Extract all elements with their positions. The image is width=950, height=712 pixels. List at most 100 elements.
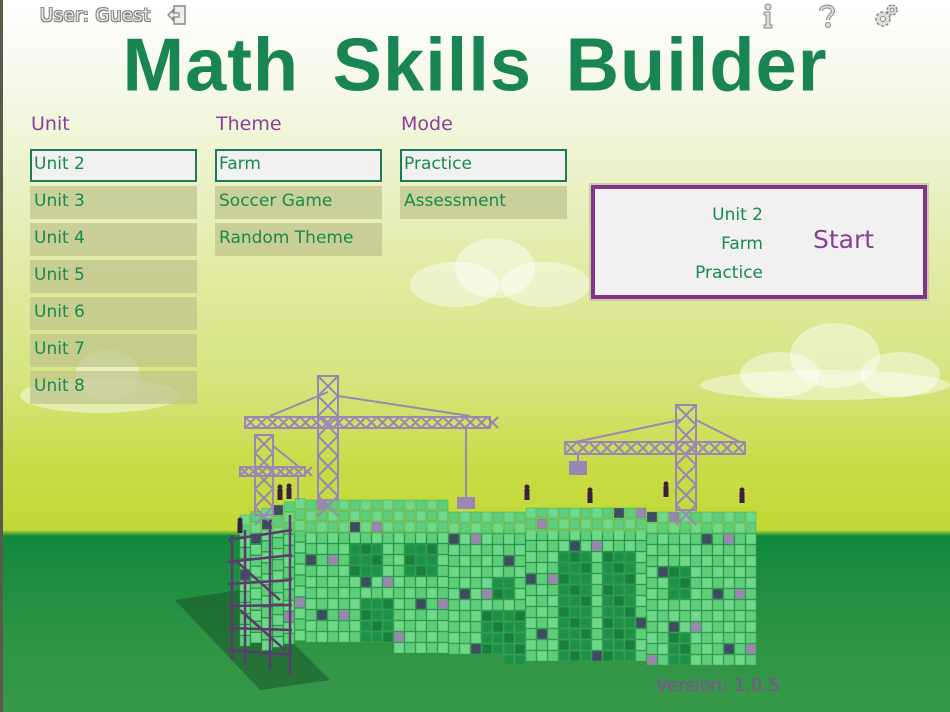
block-tile <box>426 554 438 566</box>
block-tile <box>481 599 493 611</box>
block-tile <box>349 554 361 566</box>
block-tile <box>415 620 427 632</box>
block-tile <box>536 562 548 574</box>
block-tile <box>305 609 317 621</box>
block-tile <box>305 620 317 632</box>
unit-option-unit-3[interactable]: Unit 3 <box>30 186 197 219</box>
block-tile <box>745 544 757 556</box>
block-tile <box>679 621 691 633</box>
block-tile <box>657 632 669 644</box>
block-tile <box>415 598 427 610</box>
block-tile <box>723 588 735 600</box>
block-tile <box>624 551 636 563</box>
theme-option-random-theme[interactable]: Random Theme <box>215 223 382 256</box>
theme-option-soccer-game[interactable]: Soccer Game <box>215 186 382 219</box>
block-tile <box>415 587 427 599</box>
block-tile <box>525 507 537 519</box>
block-tile <box>393 532 405 544</box>
unit-option-unit-8[interactable]: Unit 8 <box>30 371 197 404</box>
block-tile <box>657 522 669 534</box>
block-tile <box>624 518 636 530</box>
block-tile <box>360 631 372 643</box>
block-tile <box>426 587 438 599</box>
block-tile <box>294 542 306 553</box>
block-tile <box>349 620 361 632</box>
mode-option-assessment[interactable]: Assessment <box>400 186 567 219</box>
block-tile <box>349 631 361 643</box>
block-tile <box>503 654 515 666</box>
block-tile <box>426 598 438 610</box>
block-tile <box>316 565 328 577</box>
block-tile <box>646 544 658 556</box>
block-tile <box>745 621 757 633</box>
block-tile <box>536 606 548 618</box>
block-tile <box>712 522 724 534</box>
block-tile <box>745 599 757 611</box>
block-tile <box>613 606 625 618</box>
block-tile <box>481 643 493 655</box>
block-tile <box>569 628 581 640</box>
theme-column-label: Theme <box>216 113 282 135</box>
block-tile <box>514 566 526 578</box>
unit-option-unit-5[interactable]: Unit 5 <box>30 260 197 293</box>
block-tile <box>514 599 526 611</box>
block-tile <box>547 617 559 629</box>
block-tile <box>294 509 306 520</box>
block-tile <box>393 565 405 577</box>
unit-option-unit-4[interactable]: Unit 4 <box>30 223 197 256</box>
block-tile <box>327 543 339 555</box>
block-tile <box>294 630 306 641</box>
block-tile <box>602 551 614 563</box>
block-tile <box>316 631 328 643</box>
block-tile <box>327 598 339 610</box>
crane-jib-right <box>564 441 746 455</box>
block-tile <box>646 566 658 578</box>
block-tile <box>690 533 702 545</box>
block-tile <box>701 599 713 611</box>
block-tile <box>404 631 416 643</box>
block-tile <box>481 632 493 644</box>
block-tile <box>657 533 669 545</box>
block-tile <box>712 544 724 556</box>
block-tile <box>360 620 372 632</box>
block-tile <box>294 498 306 509</box>
block-tile <box>591 617 603 629</box>
block-tile <box>723 643 735 655</box>
block-tile <box>448 544 460 556</box>
block-tile <box>327 576 339 588</box>
block-tile <box>404 642 416 654</box>
unit-option-unit-7[interactable]: Unit 7 <box>30 334 197 367</box>
block-tile <box>536 529 548 541</box>
block-tile <box>558 584 570 596</box>
block-tile <box>437 587 449 599</box>
block-tile <box>470 533 482 545</box>
block-tile <box>536 507 548 519</box>
block-tile <box>371 598 383 610</box>
block-tile <box>613 551 625 563</box>
block-tile <box>382 554 394 566</box>
mode-option-practice[interactable]: Practice <box>400 149 567 182</box>
block-tile <box>745 654 757 666</box>
block-tile <box>646 643 658 655</box>
block-tile <box>712 533 724 545</box>
block-tile <box>690 588 702 600</box>
start-button[interactable]: Unit 2 Farm Practice Start <box>589 183 929 301</box>
block-tile <box>437 598 449 610</box>
block-tile <box>712 555 724 567</box>
block-tile <box>481 577 493 589</box>
block-tile <box>547 606 559 618</box>
block-tile <box>569 650 581 662</box>
block-tile <box>316 554 328 566</box>
window-edge <box>0 0 3 712</box>
start-label: Start <box>813 225 875 254</box>
unit-option-unit-2[interactable]: Unit 2 <box>30 149 197 182</box>
worker-figure <box>524 484 530 500</box>
block-tile <box>657 577 669 589</box>
theme-option-farm[interactable]: Farm <box>215 149 382 182</box>
block-tile <box>272 537 284 549</box>
block-tile <box>459 588 471 600</box>
block-tile <box>272 559 284 571</box>
unit-option-unit-6[interactable]: Unit 6 <box>30 297 197 330</box>
block-tile <box>646 621 658 633</box>
block-tile <box>591 595 603 607</box>
